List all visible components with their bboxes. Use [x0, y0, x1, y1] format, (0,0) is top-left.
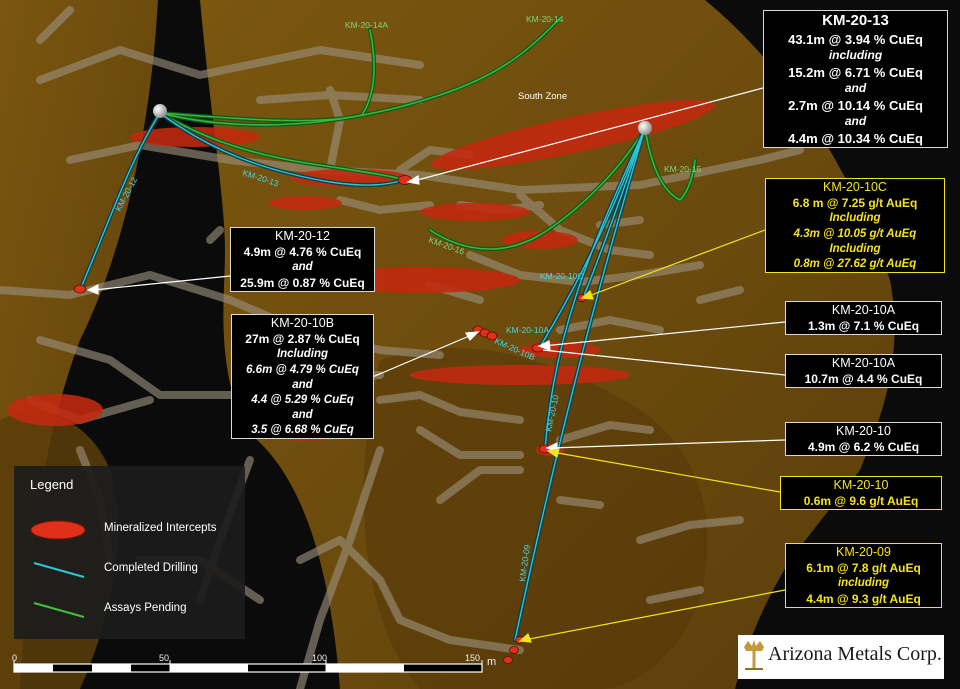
callout-line: 27m @ 2.87 % CuEq	[245, 331, 360, 346]
callout-line: including	[837, 577, 890, 590]
callout-km-20-10a-1-lines: 1.3m @ 7.1 % CuEq	[786, 319, 941, 335]
callout-km-20-10a-1-title: KM-20-10A	[831, 303, 896, 317]
callout-km-20-10c: KM-20-10C 6.8 m @ 7.25 g/t AuEq Including…	[765, 178, 945, 274]
lens-3	[268, 196, 342, 210]
callout-line: Including	[276, 348, 329, 361]
callout-km-20-12-lines: 4.9m @ 4.76 % CuEq and 25.9m @ 0.87 % CuEq	[231, 245, 374, 292]
trace-label-km-20-10c: KM-20-10C	[540, 271, 583, 281]
callout-km-20-10a-2-lines: 10.7m @ 4.4 % CuEq	[786, 372, 941, 388]
callout-km-20-10b-title: KM-20-10B	[270, 316, 335, 330]
callout-km-20-10-cu-lines: 4.9m @ 6.2 % CuEq	[786, 440, 941, 456]
completed-drilling-line-icon	[33, 562, 85, 578]
callout-line: Including	[829, 242, 881, 255]
legend-label-mineralized-intercepts: Mineralized Intercepts	[104, 522, 217, 534]
callout-km-20-10-au-lines: 0.6m @ 9.6 g/t AuEq	[781, 494, 941, 510]
trace-label-km-20-10a: KM-20-10A	[506, 325, 549, 335]
callout-line: 25.9m @ 0.87 % CuEq	[240, 275, 365, 290]
callout-km-20-13: KM-20-13 43.1m @ 3.94 % CuEq including 15.…	[763, 10, 948, 148]
callout-line: 4.9m @ 6.2 % CuEq	[807, 439, 920, 454]
collar-west	[153, 104, 167, 118]
callout-line: 0.6m @ 9.6 g/t AuEq	[803, 493, 919, 508]
callout-line: and	[844, 80, 867, 95]
callout-line: 4.4m @ 9.3 g/t AuEq	[806, 591, 921, 606]
callout-km-20-10-cu: KM-20-10 4.9m @ 6.2 % CuEq	[785, 422, 942, 457]
legend: Legend Mineralized Intercepts Completed …	[14, 466, 245, 639]
intercept-km-20-09-2	[509, 646, 519, 654]
callout-line: 6.6m @ 4.79 % CuEq	[246, 363, 359, 376]
intercept-km-20-13	[397, 175, 413, 185]
callout-line: 4.4 @ 5.29 % CuEq	[251, 393, 354, 406]
intercept-km-20-09-3	[503, 656, 513, 664]
callout-km-20-09: KM-20-09 6.1m @ 7.8 g/t AuEq including 4.4…	[785, 543, 942, 609]
zone-label-south-zone: South Zone	[518, 91, 567, 102]
callout-km-20-10-au-title: KM-20-10	[833, 478, 889, 492]
callout-km-20-13-lines: 43.1m @ 3.94 % CuEq including 15.2m @ 6.71…	[764, 31, 947, 147]
callout-km-20-12: KM-20-12 4.9m @ 4.76 % CuEq and 25.9m @ 0.…	[230, 227, 375, 293]
lens-4	[420, 203, 530, 221]
callout-line: 2.7m @ 10.14 % CuEq	[788, 97, 923, 113]
callout-line: 0.8m @ 27.62 g/t AuEq	[793, 257, 917, 270]
legend-item-mineralized-intercepts: Mineralized Intercepts	[14, 518, 245, 542]
callout-km-20-10-cu-title: KM-20-10	[836, 424, 891, 438]
legend-item-assays-pending: Assays Pending	[14, 598, 245, 622]
callout-km-20-12-title: KM-20-12	[275, 229, 330, 243]
callout-km-20-10b: KM-20-10B 27m @ 2.87 % CuEq Including 6.6m…	[231, 314, 374, 440]
callout-line: 10.7m @ 4.4 % CuEq	[804, 371, 923, 386]
legend-item-completed-drilling: Completed Drilling	[14, 558, 245, 582]
callout-line: 4.9m @ 4.76 % CuEq	[243, 244, 362, 259]
legend-label-assays-pending: Assays Pending	[104, 602, 187, 614]
scale-unit: m	[487, 656, 497, 668]
legend-title: Legend	[30, 477, 74, 492]
mining-pick-emblem-icon	[744, 640, 764, 670]
callout-km-20-13-title: KM-20-13	[822, 12, 889, 29]
scale-tick-150: 150	[465, 653, 481, 663]
callout-km-20-10a-2-title: KM-20-10A	[831, 356, 896, 370]
legend-label-completed-drilling: Completed Drilling	[104, 562, 198, 574]
scale-tick-100: 100	[312, 653, 328, 663]
trace-label-km-20-14a: KM-20-14A	[345, 20, 388, 30]
mineralized-intercept-icon	[30, 520, 86, 540]
callout-km-20-10c-lines: 6.8 m @ 7.25 g/t AuEq Including 4.3m @ 10.…	[766, 196, 944, 273]
callout-line: and	[292, 378, 313, 391]
callout-km-20-10c-title: KM-20-10C	[823, 180, 887, 194]
callout-km-20-09-lines: 6.1m @ 7.8 g/t AuEq including 4.4m @ 9.3 g…	[786, 561, 941, 608]
drill-section-map: KM-20-14A KM-20-14 KM-20-12 KM-20-13 KM-…	[0, 0, 960, 689]
intercept-km-20-12	[73, 284, 87, 294]
callout-line: 15.2m @ 6.71 % CuEq	[788, 64, 923, 80]
callout-km-20-10a-2: KM-20-10A 10.7m @ 4.4 % CuEq	[785, 354, 942, 389]
callout-line: 4.3m @ 10.05 g/t AuEq	[793, 227, 917, 240]
scale-tick-0: 0	[12, 653, 18, 663]
lens-9	[7, 394, 103, 426]
scale-tick-50: 50	[159, 653, 170, 663]
trace-label-km-20-15: KM-20-15	[664, 164, 702, 174]
callout-line: Including	[829, 212, 881, 225]
callout-line: 1.3m @ 7.1 % CuEq	[807, 318, 920, 333]
callout-line: 3.5 @ 6.68 % CuEq	[251, 424, 354, 437]
callout-line: 43.1m @ 3.94 % CuEq	[788, 31, 923, 47]
callout-line: 6.8 m @ 7.25 g/t AuEq	[792, 195, 918, 210]
callout-km-20-10-au: KM-20-10 0.6m @ 9.6 g/t AuEq	[780, 476, 942, 511]
callout-line: and	[844, 113, 867, 128]
company-name: Arizona Metals Corp.	[768, 643, 942, 665]
callout-km-20-09-title: KM-20-09	[836, 545, 891, 559]
company-logo: Arizona Metals Corp.	[738, 635, 944, 679]
callout-line: including	[828, 47, 883, 62]
lens-8	[410, 365, 630, 385]
callout-km-20-10a-1: KM-20-10A 1.3m @ 7.1 % CuEq	[785, 301, 942, 336]
collar-east	[638, 121, 652, 135]
callout-line: 6.1m @ 7.8 g/t AuEq	[806, 560, 921, 575]
callout-line: and	[292, 261, 313, 274]
callout-km-20-10b-lines: 27m @ 2.87 % CuEq Including 6.6m @ 4.79 % …	[232, 332, 373, 439]
callout-line: 4.4m @ 10.34 % CuEq	[788, 130, 923, 146]
trace-label-km-20-14: KM-20-14	[526, 14, 564, 24]
assays-pending-line-icon	[33, 602, 85, 618]
callout-line: and	[292, 409, 313, 422]
